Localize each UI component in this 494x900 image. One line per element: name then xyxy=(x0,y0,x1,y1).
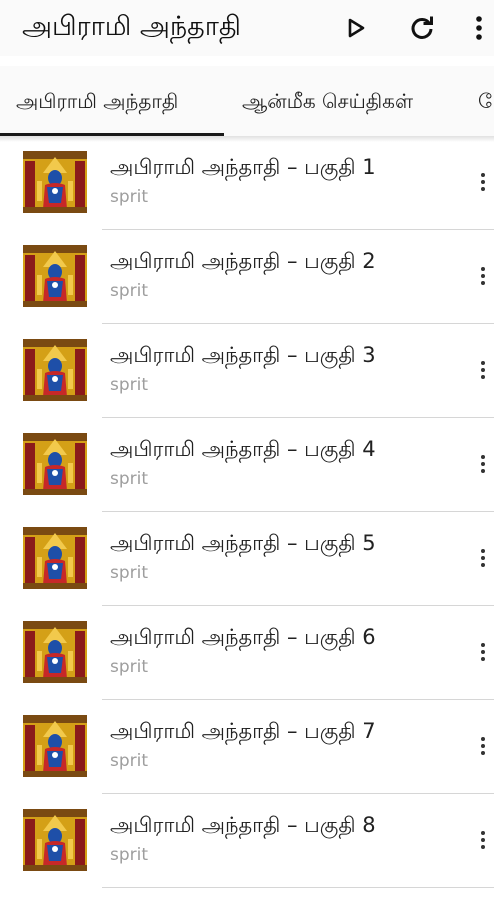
list-item-subtitle: sprit xyxy=(110,751,149,771)
list-item-subtitle: sprit xyxy=(110,187,149,207)
list-item[interactable]: அபிராமி அந்தாதி – பகுதி 6 sprit xyxy=(0,606,494,700)
article-list: அபிராமி அந்தாதி – பகுதி 1 sprit அபிராமி … xyxy=(0,136,494,888)
list-item[interactable]: அபிராமி அந்தாதி – பகுதி 8 sprit xyxy=(0,794,494,888)
list-item-menu-button[interactable] xyxy=(472,352,494,388)
list-item-subtitle: sprit xyxy=(110,845,149,865)
list-item-title: அபிராமி அந்தாதி – பகுதி 8 xyxy=(110,813,376,837)
tab-abirami-anthathi[interactable]: அபிராமி அந்தாதி xyxy=(16,66,178,136)
more-vert-icon xyxy=(481,173,485,191)
tab-aanmeega-seithigal[interactable]: ஆன்மீக செய்திகள் xyxy=(242,66,413,136)
refresh-button[interactable] xyxy=(404,10,440,46)
list-item-title: அபிராமி அந்தாதி – பகுதி 4 xyxy=(110,437,376,461)
list-item[interactable]: அபிராமி அந்தாதி – பகுதி 5 sprit xyxy=(0,512,494,606)
list-item-title: அபிராமி அந்தாதி – பகுதி 1 xyxy=(110,155,376,179)
play-button[interactable] xyxy=(338,10,374,46)
refresh-icon xyxy=(411,16,433,39)
list-item[interactable]: அபிராமி அந்தாதி – பகுதி 2 sprit xyxy=(0,230,494,324)
list-item-subtitle: sprit xyxy=(110,469,149,489)
list-item-subtitle: sprit xyxy=(110,281,149,301)
list-item-title: அபிராமி அந்தாதி – பகுதி 7 xyxy=(110,719,376,743)
list-item-title: அபிராமி அந்தாதி – பகுதி 3 xyxy=(110,343,376,367)
app-bar: அபிராமி அந்தாதி xyxy=(0,0,494,56)
list-item[interactable]: அபிராமி அந்தாதி – பகுதி 3 sprit xyxy=(0,324,494,418)
tab-bar: அபிராமி அந்தாதி ஆன்மீக செய்திகள் மே xyxy=(0,66,494,136)
more-vert-icon xyxy=(481,455,485,473)
deity-thumbnail xyxy=(23,151,87,213)
overflow-menu-button[interactable] xyxy=(464,10,494,46)
app-title: அபிராமி அந்தாதி xyxy=(22,11,241,42)
deity-thumbnail xyxy=(23,245,87,307)
more-vert-icon xyxy=(481,361,485,379)
list-item-menu-button[interactable] xyxy=(472,164,494,200)
list-item-subtitle: sprit xyxy=(110,375,149,395)
more-vert-icon xyxy=(481,643,485,661)
tab-third[interactable]: மே xyxy=(478,66,494,136)
list-item-menu-button[interactable] xyxy=(472,822,494,858)
list-divider xyxy=(102,887,494,888)
more-vert-icon xyxy=(481,831,485,849)
list-item[interactable]: அபிராமி அந்தாதி – பகுதி 1 sprit xyxy=(0,136,494,230)
list-item[interactable]: அபிராமி அந்தாதி – பகுதி 7 sprit xyxy=(0,700,494,794)
list-item-menu-button[interactable] xyxy=(472,446,494,482)
more-vert-icon xyxy=(481,549,485,567)
list-item[interactable]: அபிராமி அந்தாதி – பகுதி 4 sprit xyxy=(0,418,494,512)
deity-thumbnail xyxy=(23,621,87,683)
more-vert-icon xyxy=(481,267,485,285)
list-item-menu-button[interactable] xyxy=(472,258,494,294)
list-item-title: அபிராமி அந்தாதி – பகுதி 2 xyxy=(110,249,376,273)
list-item-title: அபிராமி அந்தாதி – பகுதி 6 xyxy=(110,625,376,649)
deity-thumbnail xyxy=(23,527,87,589)
deity-thumbnail xyxy=(23,715,87,777)
list-item-menu-button[interactable] xyxy=(472,728,494,764)
list-item-title: அபிராமி அந்தாதி – பகுதி 5 xyxy=(110,531,376,555)
list-item-menu-button[interactable] xyxy=(472,634,494,670)
list-item-subtitle: sprit xyxy=(110,563,149,583)
more-vert-icon xyxy=(481,737,485,755)
deity-thumbnail xyxy=(23,809,87,871)
list-item-menu-button[interactable] xyxy=(472,540,494,576)
list-item-subtitle: sprit xyxy=(110,657,149,677)
deity-thumbnail xyxy=(23,433,87,495)
play-icon xyxy=(348,18,365,38)
deity-thumbnail xyxy=(23,339,87,401)
more-vert-icon xyxy=(476,16,482,40)
